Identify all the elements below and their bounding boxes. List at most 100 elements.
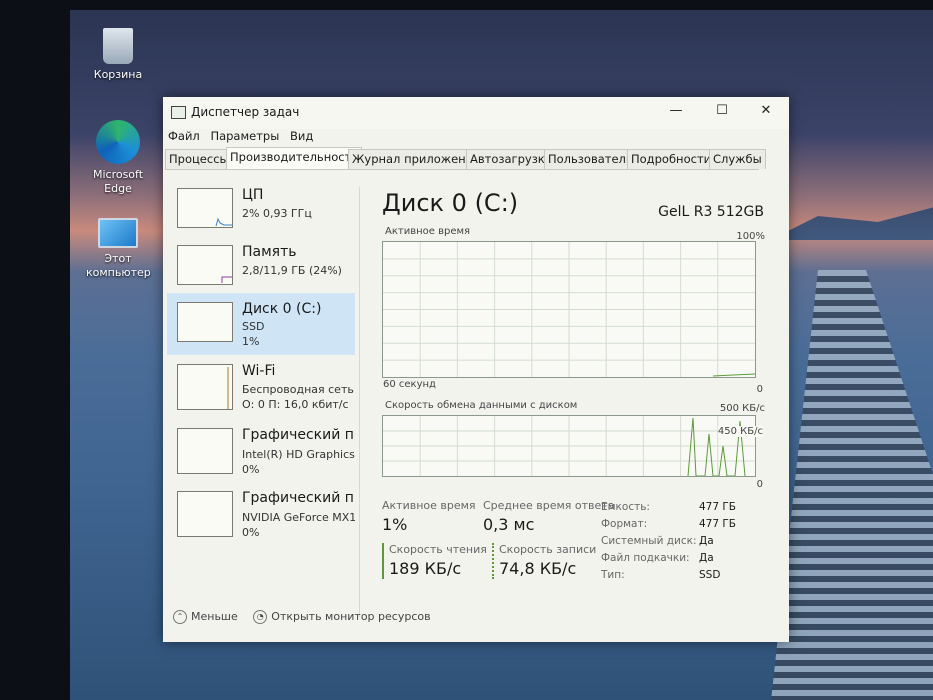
sidebar-item-label: Память	[242, 244, 297, 260]
disk-details-panel: Диск 0 (C:) GelL R3 512GB Активное время…	[373, 179, 779, 619]
write-rate-value: 74,8 КБ/с	[499, 559, 577, 578]
menu-bar: Файл Параметры Вид	[163, 129, 789, 149]
task-manager-window: Диспетчер задач — ☐ ✕ Файл Параметры Вид…	[163, 97, 789, 642]
avg-response-label: Среднее время ответа	[483, 499, 615, 512]
sidebar-item-detail: Беспроводная сеть	[242, 383, 354, 396]
chevron-up-icon: ⌃	[173, 610, 187, 624]
capacity-value: 477 ГБ	[699, 501, 736, 513]
fewer-details-link[interactable]: ⌃ Меньше	[173, 610, 238, 624]
sidebar-item-disk0[interactable]: Диск 0 (C:) SSD 1%	[167, 293, 355, 355]
transfer-chart-max: 500 КБ/с	[719, 403, 765, 414]
minimize-button[interactable]: —	[661, 103, 691, 123]
tab-app-history[interactable]: Журнал приложений	[348, 149, 485, 169]
wallpaper-mountains	[770, 206, 933, 240]
disk-thumbnail-graph	[177, 302, 233, 342]
format-value: 477 ГБ	[699, 518, 736, 530]
system-disk-value: Да	[699, 535, 714, 547]
tab-services[interactable]: Службы	[709, 149, 766, 169]
window-title: Диспетчер задач	[191, 105, 300, 119]
footer-bar: ⌃ Меньше ◔ Открыть монитор ресурсов	[173, 610, 431, 624]
tab-startup[interactable]: Автозагрузка	[466, 149, 556, 169]
sidebar-divider	[359, 187, 360, 617]
sidebar-item-usage: 0%	[242, 526, 260, 539]
active-time-stat-value: 1%	[382, 515, 408, 534]
system-disk-label: Системный диск:	[601, 535, 697, 547]
sidebar-item-detail: Intel(R) HD Graphics 62	[242, 448, 355, 461]
menu-view[interactable]: Вид	[290, 129, 313, 143]
task-manager-icon	[171, 106, 186, 119]
gpu1-thumbnail-graph	[177, 491, 233, 537]
tab-processes[interactable]: Процессы	[165, 149, 233, 169]
read-rate-value: 189 КБ/с	[389, 559, 462, 578]
resource-monitor-link[interactable]: ◔ Открыть монитор ресурсов	[253, 610, 431, 624]
wallpaper-pier	[770, 270, 933, 700]
active-time-graph	[383, 242, 756, 377]
page-file-value: Да	[699, 552, 714, 564]
page-file-label: Файл подкачки:	[601, 552, 690, 564]
desktop-icon-this-pc[interactable]: Этот компьютер	[78, 218, 158, 280]
resource-monitor-label: Открыть монитор ресурсов	[271, 610, 431, 623]
transfer-rate-graph	[383, 416, 755, 477]
cpu-thumbnail-graph	[177, 188, 233, 228]
resource-monitor-icon: ◔	[253, 610, 268, 624]
performance-sidebar: ЦП 2% 0,93 ГГц Память 2,8/11,9 ГБ (24%) …	[167, 179, 357, 609]
sidebar-item-label: Графический про	[242, 427, 355, 443]
transfer-chart-xend: 0	[756, 479, 763, 490]
title-bar: Диспетчер задач — ☐ ✕	[163, 97, 789, 129]
sidebar-item-gpu0[interactable]: Графический про Intel(R) HD Graphics 62 …	[167, 419, 355, 481]
write-rate-label: Скорость записи	[499, 543, 597, 556]
fewer-details-label: Меньше	[191, 610, 238, 623]
type-label: Тип:	[601, 569, 625, 581]
sidebar-item-memory[interactable]: Память 2,8/11,9 ГБ (24%)	[167, 236, 355, 298]
type-value: SSD	[699, 569, 721, 581]
transfer-chart-mid: 450 КБ/с	[717, 426, 763, 437]
desktop-icon-recycle-bin[interactable]: Корзина	[78, 28, 158, 82]
sidebar-item-detail: NVIDIA GeForce MX110	[242, 511, 355, 524]
disk-model: GelL R3 512GB	[658, 204, 764, 220]
edge-icon	[96, 120, 140, 164]
desktop-icon-label: Этот компьютер	[86, 252, 151, 279]
format-label: Формат:	[601, 518, 648, 530]
sidebar-item-detail: 2% 0,93 ГГц	[242, 207, 312, 220]
sidebar-item-label: ЦП	[242, 187, 264, 203]
active-time-chart-xstart: 60 секунд	[383, 379, 436, 390]
menu-file[interactable]: Файл	[168, 129, 200, 143]
active-time-chart-label: Активное время	[385, 226, 471, 237]
sidebar-item-wifi[interactable]: Wi-Fi Беспроводная сеть О: 0 П: 16,0 кби…	[167, 355, 355, 417]
sidebar-item-detail: SSD	[242, 320, 265, 333]
read-rate-label: Скорость чтения	[389, 543, 487, 556]
active-time-chart-xend: 0	[756, 384, 763, 395]
transfer-rate-chart	[382, 415, 756, 477]
sidebar-item-detail: 2,8/11,9 ГБ (24%)	[242, 264, 342, 277]
read-rate-marker	[382, 543, 384, 579]
sidebar-item-label: Диск 0 (C:)	[242, 301, 322, 317]
gpu0-thumbnail-graph	[177, 428, 233, 474]
desktop-icon-label: Microsoft Edge	[92, 168, 144, 195]
active-time-stat-label: Активное время	[382, 499, 476, 512]
sidebar-item-usage: 1%	[242, 335, 260, 348]
sidebar-item-label: Wi-Fi	[242, 363, 276, 379]
tab-details[interactable]: Подробности	[627, 149, 716, 169]
close-button[interactable]: ✕	[751, 103, 781, 123]
sidebar-item-label: Графический про	[242, 490, 355, 506]
tab-performance[interactable]: Производительность	[226, 147, 363, 169]
menu-options[interactable]: Параметры	[210, 129, 279, 143]
maximize-button[interactable]: ☐	[707, 103, 737, 123]
sidebar-item-throughput: О: 0 П: 16,0 кбит/с	[242, 398, 349, 411]
transfer-chart-label: Скорость обмена данными с диском	[385, 400, 578, 411]
memory-thumbnail-graph	[177, 245, 233, 285]
sidebar-item-cpu[interactable]: ЦП 2% 0,93 ГГц	[167, 179, 355, 241]
desktop-icon-label: Корзина	[93, 68, 143, 81]
sidebar-item-usage: 0%	[242, 463, 260, 476]
sidebar-item-gpu1[interactable]: Графический про NVIDIA GeForce MX110 0%	[167, 482, 355, 544]
avg-response-value: 0,3 мс	[483, 515, 535, 534]
write-rate-marker	[492, 543, 494, 579]
tab-users[interactable]: Пользователи	[544, 149, 638, 169]
desktop-icon-edge[interactable]: Microsoft Edge	[78, 120, 158, 196]
active-time-chart	[382, 241, 756, 378]
recycle-bin-icon	[103, 28, 133, 64]
tab-strip: Процессы Производительность Журнал прило…	[165, 147, 766, 170]
disk-title: Диск 0 (C:)	[382, 189, 519, 217]
capacity-label: Емкость:	[601, 501, 650, 513]
wifi-thumbnail-graph	[177, 364, 233, 410]
